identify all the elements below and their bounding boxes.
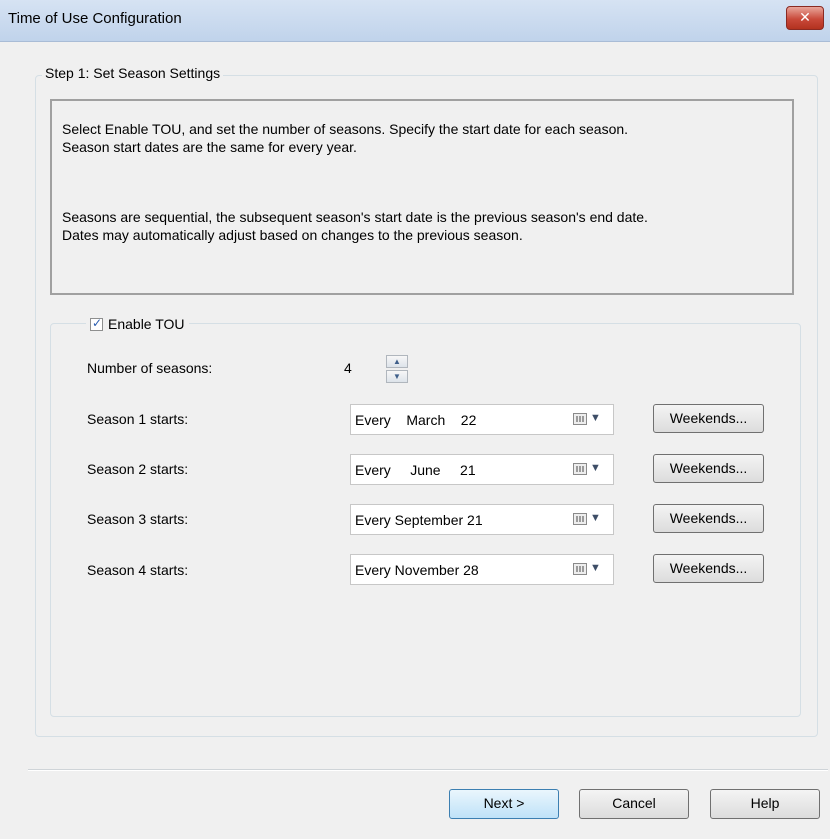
season-1-date-value: Every March 22	[355, 412, 477, 428]
season-2-date-picker[interactable]: Every June 21 ▼	[350, 454, 614, 485]
season-4-label: Season 4 starts:	[87, 562, 189, 578]
close-button[interactable]: ✕	[786, 6, 824, 30]
number-of-seasons-spinner[interactable]: ▲ ▼	[386, 355, 410, 383]
season-1-weekends-button[interactable]: Weekends...	[653, 404, 764, 433]
footer-separator	[28, 769, 828, 771]
checkbox-box[interactable]: ✓	[90, 315, 103, 331]
cancel-button[interactable]: Cancel	[579, 789, 689, 819]
dialog-window: Time of Use Configuration ✕ Step 1: Set …	[0, 0, 830, 839]
window-title: Time of Use Configuration	[8, 10, 182, 27]
instructions-panel: Select Enable TOU, and set the number of…	[50, 99, 794, 295]
help-button[interactable]: Help	[710, 789, 820, 819]
instructions-paragraph-2: Seasons are sequential, the subsequent s…	[62, 208, 648, 244]
spin-down-icon[interactable]: ▼	[386, 370, 408, 383]
number-of-seasons-label: Number of seasons:	[87, 360, 213, 376]
season-3-label: Season 3 starts:	[87, 511, 189, 527]
title-bar[interactable]: Time of Use Configuration ✕	[0, 0, 830, 42]
enable-tou-label: Enable TOU	[108, 316, 185, 332]
number-of-seasons-input[interactable]: 4	[340, 355, 380, 381]
season-4-weekends-button[interactable]: Weekends...	[653, 554, 764, 583]
instructions-line-3: Seasons are sequential, the subsequent s…	[62, 209, 648, 225]
close-icon: ✕	[799, 9, 811, 25]
calendar-icon[interactable]	[573, 563, 587, 575]
instructions-paragraph-1: Select Enable TOU, and set the number of…	[62, 120, 628, 156]
calendar-icon[interactable]	[573, 463, 587, 475]
season-2-label: Season 2 starts:	[87, 461, 189, 477]
season-3-date-value: Every September 21	[355, 512, 483, 528]
calendar-icon[interactable]	[573, 513, 587, 525]
spin-up-icon[interactable]: ▲	[386, 355, 408, 368]
dropdown-arrow-icon[interactable]: ▼	[590, 562, 601, 574]
season-2-weekends-button[interactable]: Weekends...	[653, 454, 764, 483]
checkmark-icon: ✓	[92, 315, 103, 330]
enable-tou-checkbox[interactable]: ✓ Enable TOU	[86, 313, 189, 335]
season-4-date-value: Every November 28	[355, 562, 479, 578]
season-1-label: Season 1 starts:	[87, 411, 189, 427]
season-1-date-picker[interactable]: Every March 22 ▼	[350, 404, 614, 435]
next-button[interactable]: Next >	[449, 789, 559, 819]
season-3-weekends-button[interactable]: Weekends...	[653, 504, 764, 533]
instructions-line-1: Select Enable TOU, and set the number of…	[62, 121, 629, 137]
dropdown-arrow-icon[interactable]: ▼	[590, 512, 601, 524]
instructions-line-4: Dates may automatically adjust based on …	[62, 227, 523, 243]
calendar-icon[interactable]	[573, 413, 587, 425]
season-4-date-picker[interactable]: Every November 28 ▼	[350, 554, 614, 585]
season-3-date-picker[interactable]: Every September 21 ▼	[350, 504, 614, 535]
step-legend: Step 1: Set Season Settings	[42, 65, 224, 81]
instructions-line-2: Season start dates are the same for ever…	[62, 139, 357, 155]
dropdown-arrow-icon[interactable]: ▼	[590, 462, 601, 474]
dropdown-arrow-icon[interactable]: ▼	[590, 412, 601, 424]
season-2-date-value: Every June 21	[355, 462, 476, 478]
